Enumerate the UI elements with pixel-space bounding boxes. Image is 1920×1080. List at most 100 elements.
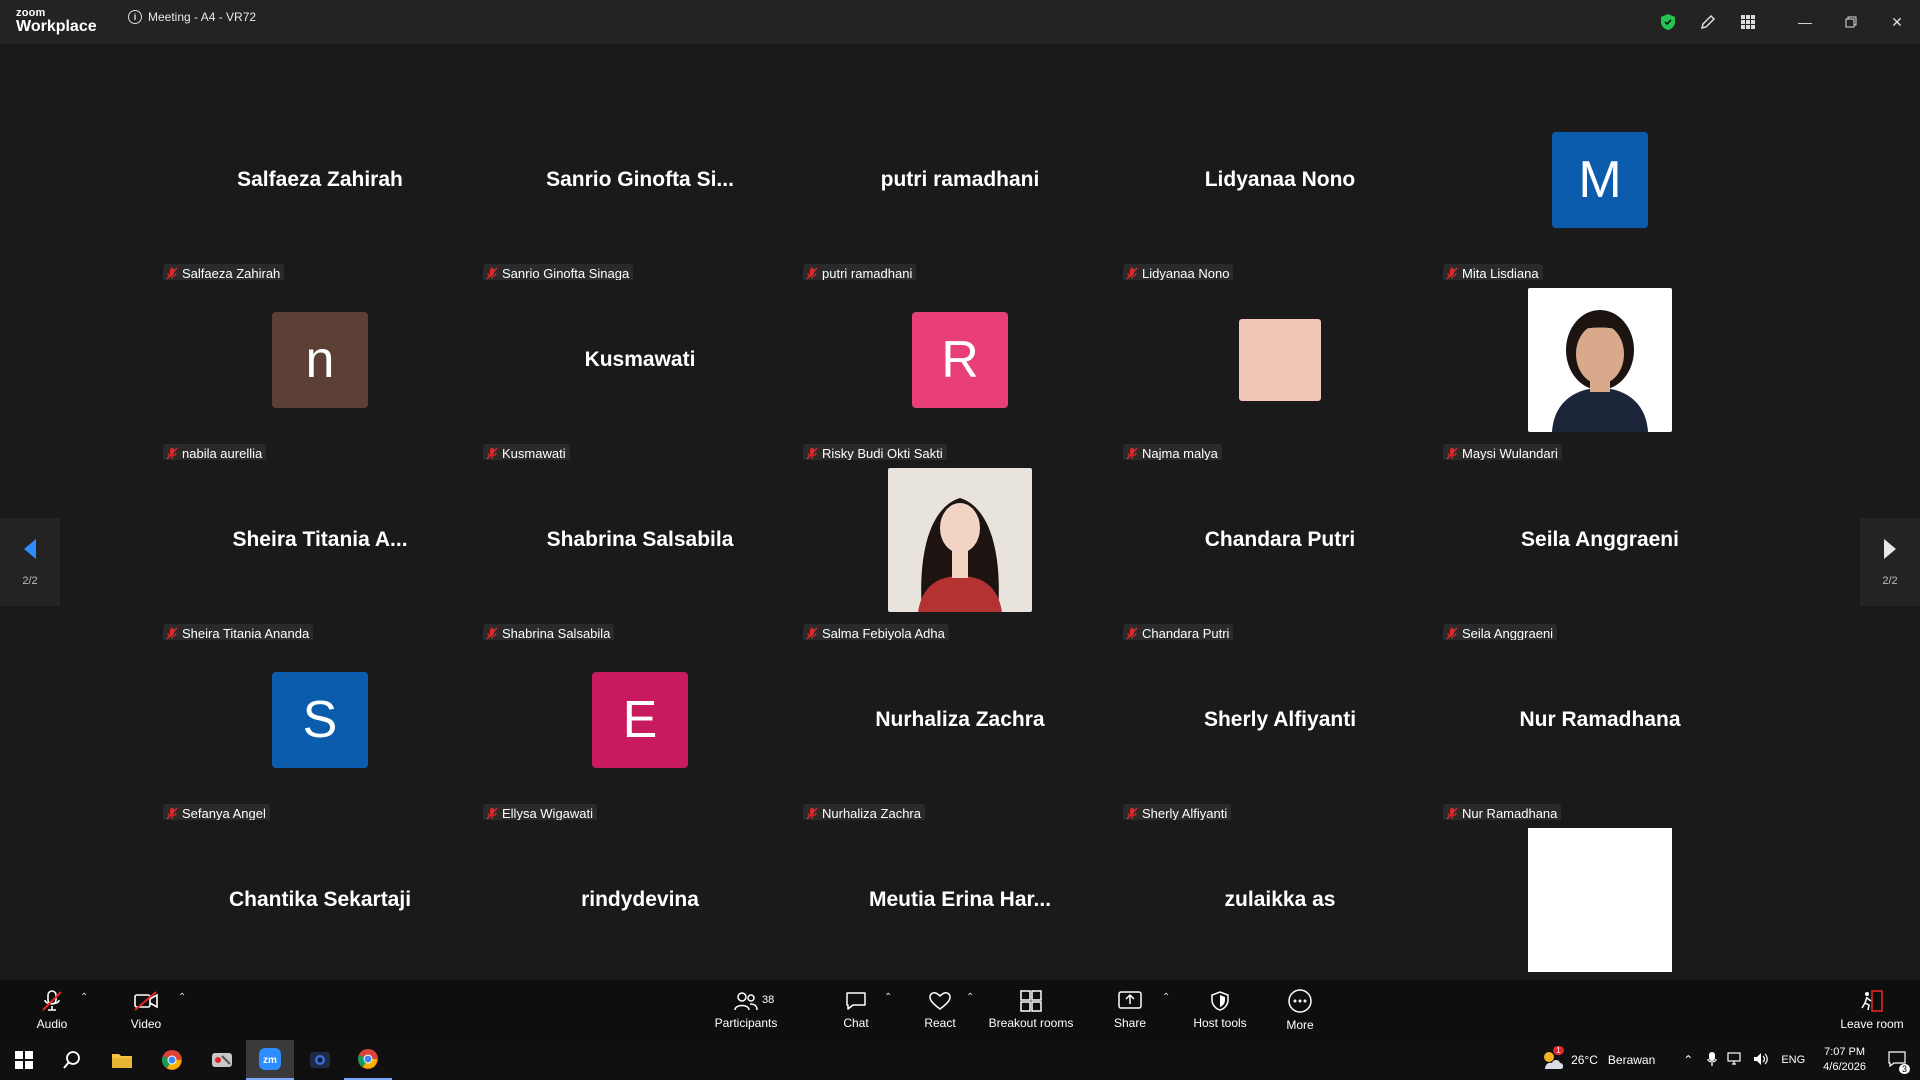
chrome-active-icon[interactable] [344, 1040, 392, 1080]
participant-tile[interactable]: Shabrina Salsabila Shabrina Salsabila [480, 460, 800, 642]
minimize-icon[interactable]: — [1782, 0, 1828, 44]
snipping-tool-icon[interactable] [198, 1040, 246, 1080]
mic-muted-icon [806, 267, 818, 280]
more-label: More [1286, 1018, 1314, 1032]
chevron-up-icon[interactable]: ⌃ [1683, 1053, 1693, 1067]
participant-tile[interactable]: putri ramadhani putri ramadhani [800, 100, 1120, 282]
zoom-taskbar-icon[interactable]: zm [246, 1040, 294, 1080]
participants-icon [734, 992, 758, 1011]
participant-tile[interactable]: Chandara Putri Chandara Putri [1120, 460, 1440, 642]
mic-muted-icon [166, 447, 178, 460]
apps-grid-icon[interactable] [1728, 0, 1768, 44]
next-page-button[interactable]: 2/2 [1860, 518, 1920, 606]
file-explorer-icon[interactable] [98, 1040, 146, 1080]
video-button[interactable]: Video [126, 980, 166, 1040]
video-label: Video [130, 1017, 162, 1031]
participant-tile[interactable]: S Sefanya Angel [160, 640, 480, 822]
participant-tile[interactable]: Lidyanaa Nono Lidyanaa Nono [1120, 100, 1440, 282]
participant-tile[interactable]: Najma malya [1120, 280, 1440, 462]
language-indicator[interactable]: ENG [1781, 1054, 1805, 1066]
participant-tile[interactable]: n nabila aurellia [160, 280, 480, 462]
participant-video-area [1120, 280, 1440, 440]
participant-tile[interactable]: E Ellysa Wigawati [480, 640, 800, 822]
participant-tile[interactable]: Kusmawati Kusmawati [480, 280, 800, 462]
video-options-caret-icon[interactable]: ⌃ [178, 992, 186, 1003]
leave-door-icon [1861, 990, 1883, 1012]
participant-tile[interactable]: rindydevinarindydevina [480, 820, 800, 1002]
search-icon[interactable] [48, 1040, 96, 1080]
participant-name-label: Sefanya Angel [182, 805, 266, 821]
participant-tile[interactable]: zulaikka aszulaikka as [1120, 820, 1440, 1002]
weather-widget[interactable]: 1 26°C Berawan [1539, 1046, 1656, 1071]
clock[interactable]: 7:07 PM 4/6/2026 [1823, 1045, 1866, 1075]
participant-tile[interactable]: Mirza Rezkya Putra [1440, 820, 1760, 1002]
microphone-icon[interactable] [1707, 1051, 1717, 1070]
participant-display-name: putri ramadhani [880, 168, 1040, 191]
participant-name-label: putri ramadhani [822, 265, 913, 281]
more-button[interactable]: More [1280, 980, 1320, 1040]
share-button[interactable]: Share [1110, 980, 1150, 1040]
clock-time: 7:07 PM [1824, 1046, 1866, 1058]
participant-video-area: Chantika Sekartaji [160, 820, 480, 980]
previous-page-button[interactable]: 2/2 [0, 518, 60, 606]
participant-tile[interactable]: Sanrio Ginofta Si... Sanrio Ginofta Sinag… [480, 100, 800, 282]
participant-tile[interactable]: Sherly Alfiyanti Sherly Alfiyanti [1120, 640, 1440, 822]
participant-name-label: Risky Budi Okti Sakti [822, 445, 943, 461]
participant-tile[interactable]: Sheira Titania A... Sheira Titania Ananda [160, 460, 480, 642]
participants-button[interactable]: Participants [710, 980, 782, 1040]
network-icon[interactable] [1727, 1051, 1743, 1069]
participant-display-name: Sanrio Ginofta Si... [546, 168, 734, 191]
participant-name-label: Nur Ramadhana [1462, 805, 1558, 821]
share-options-caret-icon[interactable]: ⌃ [1162, 992, 1170, 1003]
breakout-rooms-icon [1020, 990, 1042, 1012]
audio-options-caret-icon[interactable]: ⌃ [80, 992, 88, 1003]
close-icon[interactable]: ✕ [1874, 0, 1920, 44]
participant-name-label: Mita Lisdiana [1462, 265, 1539, 281]
chrome-icon[interactable] [148, 1040, 196, 1080]
mic-muted-icon [166, 627, 178, 640]
participant-tile[interactable]: R Risky Budi Okti Sakti [800, 280, 1120, 462]
participant-tile[interactable]: Salma Febiyola Adha [800, 460, 1120, 642]
host-tools-button[interactable]: Host tools [1188, 980, 1252, 1040]
participant-tile[interactable]: Meutia Erina Har...Meutia Erina Hardi [800, 820, 1120, 1002]
clock-date: 4/6/2026 [1823, 1061, 1866, 1073]
chat-options-caret-icon[interactable]: ⌃ [884, 992, 892, 1003]
meeting-info[interactable]: i Meeting - A4 - VR72 [128, 10, 256, 24]
audio-button[interactable]: Audio [32, 980, 72, 1040]
notification-count: 3 [1898, 1063, 1910, 1074]
participant-tile[interactable]: Salfaeza Zahirah Salfaeza Zahirah [160, 100, 480, 282]
participant-video-area: S [160, 640, 480, 800]
participant-tile[interactable]: Chantika SekartajiChantika Sekartaji [160, 820, 480, 1002]
camera-app-icon[interactable] [296, 1040, 344, 1080]
chat-button[interactable]: Chat [836, 980, 876, 1040]
participant-video-area: R [800, 280, 1120, 440]
windows-start-icon[interactable] [0, 1040, 48, 1080]
info-icon[interactable]: i [128, 10, 142, 24]
participant-tile[interactable]: Nur Ramadhana Nur Ramadhana [1440, 640, 1760, 822]
breakout-rooms-button[interactable]: Breakout rooms [986, 980, 1076, 1040]
participant-display-name: Nur Ramadhana [1519, 708, 1681, 731]
restore-icon[interactable] [1828, 0, 1874, 44]
leave-room-button[interactable]: Leave room [1836, 980, 1908, 1040]
annotate-pen-icon[interactable] [1688, 0, 1728, 44]
participant-tile[interactable]: M Mita Lisdiana [1440, 100, 1760, 282]
security-shield-icon[interactable] [1648, 0, 1688, 44]
participant-grid: Salfaeza Zahirah Salfaeza Zahirah Sanrio G… [160, 100, 1760, 1002]
volume-icon[interactable] [1753, 1052, 1769, 1069]
weather-desc: Berawan [1607, 1053, 1656, 1067]
participant-video-area: putri ramadhani [800, 100, 1120, 260]
participant-tile[interactable]: Maysi Wulandari [1440, 280, 1760, 462]
participant-name-label: Salfaeza Zahirah [182, 265, 281, 281]
participant-tile[interactable]: Seila Anggraeni Seila Anggraeni [1440, 460, 1760, 642]
notifications-icon[interactable]: 3 [1888, 1050, 1910, 1074]
mic-muted-icon [806, 447, 818, 460]
windows-taskbar: zm 1 26°C Berawan ⌃ ENG 7:07 PM 4/6/2026 [0, 1040, 1920, 1080]
mic-muted-icon [806, 627, 818, 640]
react-button[interactable]: React [920, 980, 960, 1040]
participant-name-label: Chandara Putri [1142, 625, 1230, 641]
share-screen-icon [1118, 991, 1142, 1009]
participant-tile[interactable]: Nurhaliza Zachra Nurhaliza Zachra [800, 640, 1120, 822]
arrow-right-icon [1884, 539, 1896, 559]
react-options-caret-icon[interactable]: ⌃ [966, 992, 974, 1003]
mic-muted-icon [486, 447, 498, 460]
